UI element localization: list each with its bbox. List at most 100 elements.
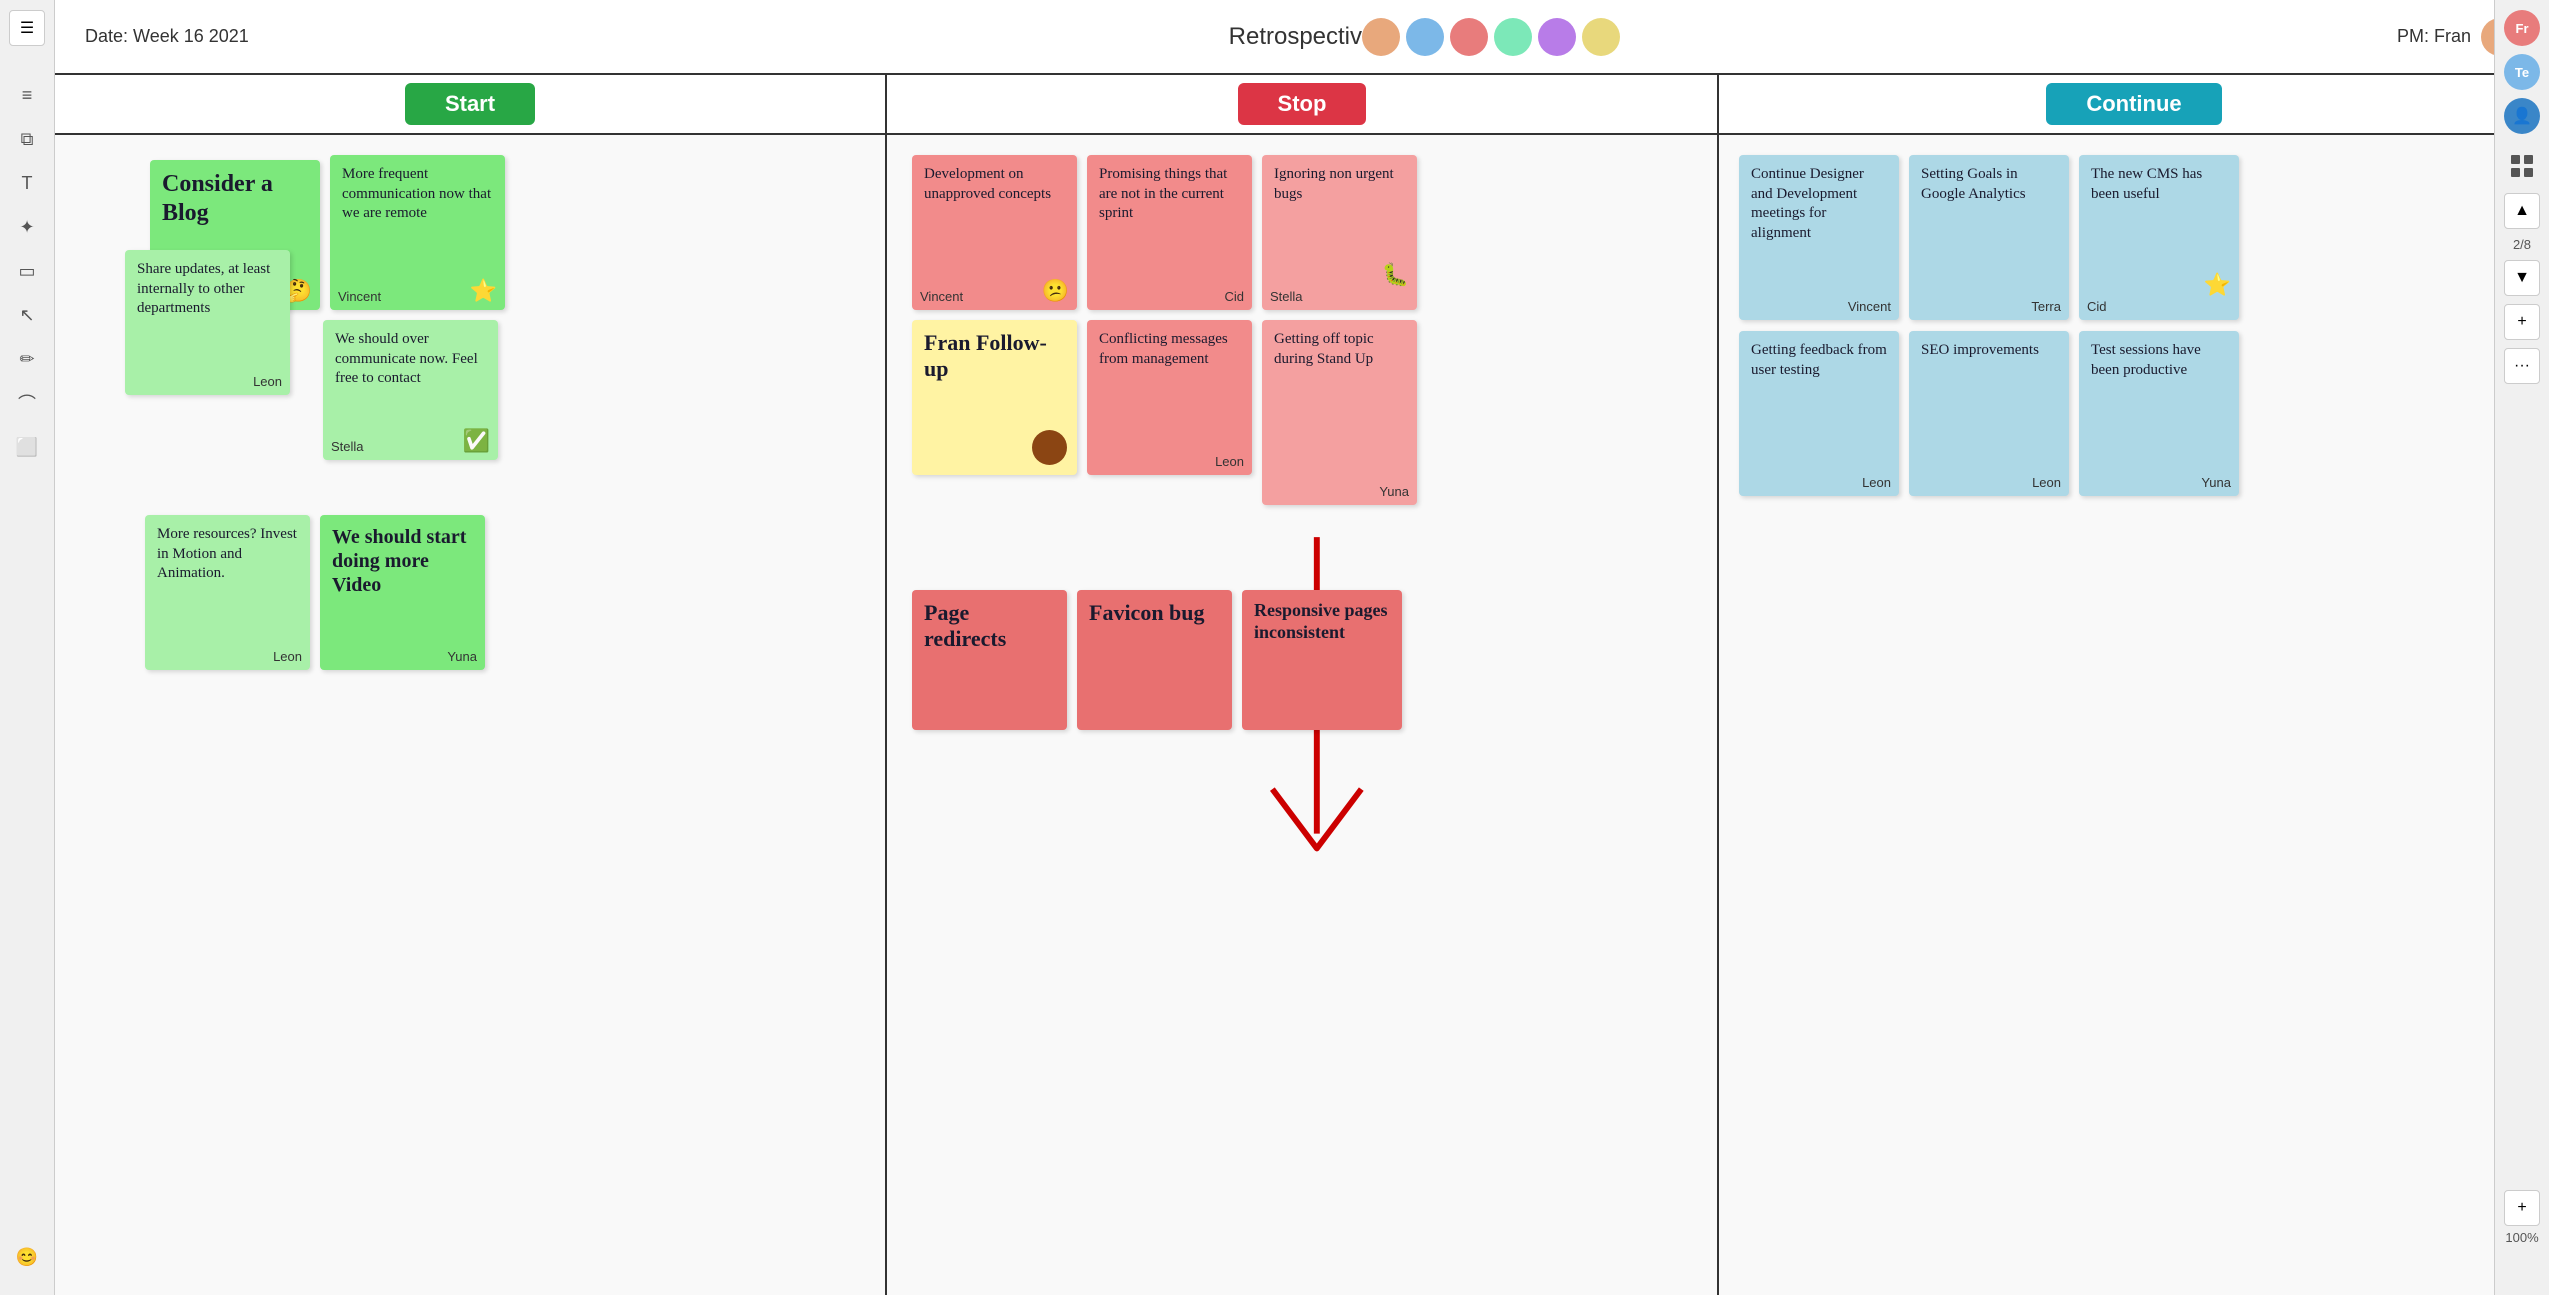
sticky-user-feedback[interactable]: Getting feedback from user testing Leon <box>1739 331 1899 496</box>
sticky-text: Conflicting messages from management <box>1099 330 1240 369</box>
sticky-emoji: ✅ <box>463 428 490 454</box>
page-indicator: 2/8 <box>2513 237 2531 252</box>
sticky-favicon-bug[interactable]: Favicon bug <box>1077 590 1232 730</box>
menu-button[interactable]: ☰ <box>9 10 45 46</box>
media-tool[interactable]: ▭ <box>9 253 45 289</box>
sticky-text: Getting off topic during Stand Up <box>1274 330 1405 369</box>
continue-column-header: Continue <box>1719 75 2549 133</box>
sticky-over-communicate[interactable]: We should over communicate now. Feel fre… <box>323 320 498 460</box>
sticky-continue-meetings[interactable]: Continue Designer and Development meetin… <box>1739 155 1899 320</box>
grid-icon[interactable] <box>2508 152 2536 185</box>
sticky-author: Yuna <box>447 649 477 664</box>
right-avatar-te[interactable]: Te <box>2504 54 2540 90</box>
continue-button[interactable]: Continue <box>2046 83 2221 125</box>
sticky-text: Promising things that are not in the cur… <box>1099 165 1240 224</box>
sticky-share-updates[interactable]: Share updates, at least internally to ot… <box>125 250 290 395</box>
stop-button[interactable]: Stop <box>1238 83 1367 125</box>
sticky-responsive-pages[interactable]: Responsive pages inconsistent <box>1242 590 1402 730</box>
sticky-text: Development on unapproved concepts <box>924 165 1065 204</box>
sticky-more-frequent[interactable]: More frequent communication now that we … <box>330 155 505 310</box>
column-headers: Start Stop Continue <box>55 75 2549 135</box>
sticky-emoji: ⭐ <box>2204 272 2231 298</box>
start-column-header: Start <box>55 75 887 133</box>
avatar-1[interactable] <box>1362 18 1400 56</box>
add-button[interactable]: + <box>2504 1190 2540 1226</box>
pen-tool[interactable]: ✏ <box>9 341 45 377</box>
board: Consider a Blog 🤔 Terra Share updates, a… <box>55 135 2549 1295</box>
right-avatar-fr[interactable]: Fr <box>2504 10 2540 46</box>
sticky-off-topic-standup[interactable]: Getting off topic during Stand Up Yuna <box>1262 320 1417 505</box>
sticky-text: We should over communicate now. Feel fre… <box>335 330 486 389</box>
left-sidebar: ☰ ≡ ⧉ T ✦ ▭ ↖ ✏ ⌒ ⬜ 😊 <box>0 0 55 1295</box>
avatar-3[interactable] <box>1450 18 1488 56</box>
sticky-author: Stella <box>331 439 364 454</box>
start-button[interactable]: Start <box>405 83 535 125</box>
sticky-title: Page redirects <box>924 600 1055 653</box>
sticky-text: Ignoring non urgent bugs <box>1274 165 1405 204</box>
pointer-tool active[interactable]: ↖ <box>9 297 45 333</box>
sticky-author: Leon <box>253 374 282 389</box>
sticky-text: Setting Goals in Google Analytics <box>1921 165 2057 204</box>
avatar-2[interactable] <box>1406 18 1444 56</box>
date-label: Date: Week 16 2021 <box>85 26 249 47</box>
avatar-4[interactable] <box>1494 18 1532 56</box>
sticky-text: Getting feedback from user testing <box>1751 341 1887 380</box>
sticky-author: Yuna <box>1379 484 1409 499</box>
zoom-level: 100% <box>2505 1230 2538 1245</box>
sticky-author: Stella <box>1270 289 1303 304</box>
chevron-down-button[interactable]: ▼ <box>2504 260 2540 296</box>
sticky-text: Continue Designer and Development meetin… <box>1751 165 1887 243</box>
sticky-text: More resources? Invest in Motion and Ani… <box>157 525 298 584</box>
right-sidebar: Fr Te 👤 ▲ 2/8 ▼ + ··· + 100% <box>2494 0 2549 1295</box>
zoom-controls: + 100% <box>2504 1190 2540 1245</box>
emoji-tool[interactable]: 😊 <box>9 1239 45 1275</box>
sticky-promising-things[interactable]: Promising things that are not in the cur… <box>1087 155 1252 310</box>
zoom-in-button[interactable]: + <box>2504 304 2540 340</box>
continue-column: Continue Designer and Development meetin… <box>1719 135 2549 1295</box>
fran-avatar <box>1032 430 1067 465</box>
chevron-up-button[interactable]: ▲ <box>2504 193 2540 229</box>
design-tool[interactable]: ✦ <box>9 209 45 245</box>
sticky-more-resources[interactable]: More resources? Invest in Motion and Ani… <box>145 515 310 670</box>
sticky-non-urgent-bugs[interactable]: Ignoring non urgent bugs 🐛 Stella <box>1262 155 1417 310</box>
sticky-text: Share updates, at least internally to ot… <box>137 260 278 319</box>
sticky-text: Test sessions have been productive <box>2091 341 2227 380</box>
copy-tool[interactable]: ⧉ <box>9 121 45 157</box>
sticky-emoji: ⭐ <box>470 278 497 304</box>
sticky-author: Leon <box>1862 475 1891 490</box>
sticky-unapproved-concepts[interactable]: Development on unapproved concepts 😕 Vin… <box>912 155 1077 310</box>
sticky-author: Yuna <box>2201 475 2231 490</box>
board-title: Retrospective <box>1229 23 1376 51</box>
pm-label: PM: Fran <box>2397 26 2471 47</box>
right-avatar-user[interactable]: 👤 <box>2504 98 2540 134</box>
sticky-author: Vincent <box>1848 299 1891 314</box>
sticky-text: The new CMS has been useful <box>2091 165 2227 204</box>
sticky-seo-improvements[interactable]: SEO improvements Leon <box>1909 331 2069 496</box>
sticky-setting-goals[interactable]: Setting Goals in Google Analytics Terra <box>1909 155 2069 320</box>
sticky-test-sessions[interactable]: Test sessions have been productive Yuna <box>2079 331 2239 496</box>
avatar-5[interactable] <box>1538 18 1576 56</box>
sticky-new-cms[interactable]: The new CMS has been useful ⭐ Cid <box>2079 155 2239 320</box>
sticky-conflicting-messages[interactable]: Conflicting messages from management Leo… <box>1087 320 1252 475</box>
sticky-text: SEO improvements <box>1921 341 2057 361</box>
avatar-6[interactable] <box>1582 18 1620 56</box>
sticky-title: Fran Follow-up <box>924 330 1065 383</box>
frame-tool[interactable]: ⬜ <box>9 429 45 465</box>
sticky-fran-followup[interactable]: Fran Follow-up <box>912 320 1077 475</box>
sticky-page-redirects[interactable]: Page redirects <box>912 590 1067 730</box>
sticky-author: Cid <box>2087 299 2107 314</box>
sticky-emoji: 🐛 <box>1382 262 1409 288</box>
sticky-author: Vincent <box>338 289 381 304</box>
notes-tool[interactable]: ≡ <box>9 77 45 113</box>
more-button[interactable]: ··· <box>2504 348 2540 384</box>
text-tool[interactable]: T <box>9 165 45 201</box>
sticky-title: We should start doing more Video <box>332 525 473 597</box>
sticky-author: Leon <box>2032 475 2061 490</box>
sticky-author: Cid <box>1224 289 1244 304</box>
sticky-more-video[interactable]: We should start doing more Video Yuna <box>320 515 485 670</box>
main-content: Date: Week 16 2021 Retrospective PM: Fra… <box>55 0 2549 1295</box>
path-tool[interactable]: ⌒ <box>9 385 45 421</box>
sticky-author: Leon <box>1215 454 1244 469</box>
participants-avatars <box>1362 18 1620 56</box>
sticky-author: Terra <box>2031 299 2061 314</box>
